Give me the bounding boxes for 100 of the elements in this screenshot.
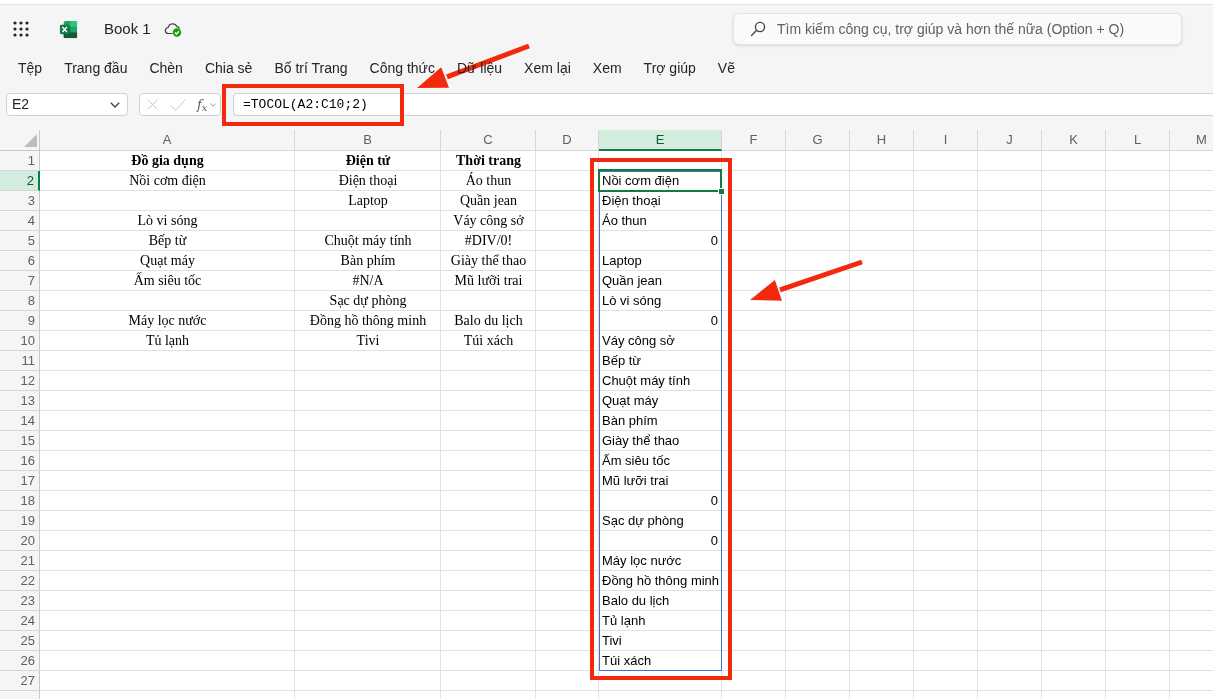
- cell-text: Nồi cơm điện: [602, 173, 680, 189]
- select-all-button[interactable]: [0, 130, 40, 151]
- row-header[interactable]: 13: [0, 391, 40, 411]
- column-header[interactable]: I: [914, 130, 978, 151]
- column-header[interactable]: J: [978, 130, 1042, 151]
- row-header[interactable]: 1: [0, 151, 40, 171]
- row-header[interactable]: 12: [0, 371, 40, 391]
- row-header[interactable]: 18: [0, 491, 40, 511]
- ribbon-tab[interactable]: Vẽ: [706, 59, 746, 76]
- cell-text: Quần jean: [602, 273, 662, 289]
- formula-field[interactable]: =TOCOL(A2:C10;2): [233, 93, 1213, 116]
- cell-text: Balo du lịch: [454, 313, 523, 329]
- column-header[interactable]: D: [536, 130, 599, 151]
- document-title[interactable]: Book 1: [104, 17, 151, 41]
- cell-text: Giày thể thao: [602, 433, 680, 449]
- name-box[interactable]: E2: [6, 93, 128, 116]
- cell-text: Tivi: [356, 333, 380, 349]
- cell-text: Áo thun: [465, 173, 512, 189]
- row-header[interactable]: 23: [0, 591, 40, 611]
- column-header[interactable]: G: [786, 130, 850, 151]
- cell-text: 0: [710, 313, 718, 329]
- row-header[interactable]: 14: [0, 411, 40, 431]
- search-field[interactable]: Tìm kiếm công cụ, trợ giúp và hơn thế nữa (Option + Q): [733, 13, 1182, 45]
- cell-text: Điện thoại: [602, 193, 661, 209]
- row-header[interactable]: 11: [0, 351, 40, 371]
- cell-text: Váy công sở: [453, 213, 524, 229]
- cell-text: Túi xách: [602, 653, 652, 669]
- cell-text: Tivi: [602, 633, 622, 649]
- cell-text: Quạt máy: [602, 393, 659, 409]
- row-header[interactable]: 10: [0, 331, 40, 351]
- ribbon-tab[interactable]: Xem lại: [513, 59, 582, 76]
- search-icon: [750, 21, 766, 37]
- cell-text: 0: [710, 533, 718, 549]
- ribbon-tab[interactable]: Trợ giúp: [632, 59, 707, 76]
- cross-icon: [146, 99, 158, 110]
- cell-text: Điện tử: [345, 153, 391, 169]
- caret-icon: [210, 102, 217, 107]
- column-header[interactable]: F: [722, 130, 786, 151]
- column-header[interactable]: M: [1170, 130, 1213, 151]
- checkmark-icon: [170, 98, 186, 111]
- cell-text: Ấm siêu tốc: [133, 273, 202, 289]
- row-header[interactable]: 20: [0, 531, 40, 551]
- cell-text: Bếp từ: [602, 353, 642, 369]
- row-header[interactable]: 7: [0, 271, 40, 291]
- cell-text: Sạc dự phòng: [602, 513, 684, 529]
- cell-text: Bàn phím: [340, 253, 396, 269]
- ribbon-tab[interactable]: Công thức: [358, 59, 446, 76]
- column-header[interactable]: C: [441, 130, 536, 151]
- cell-text: Áo thun: [602, 213, 647, 229]
- row-header[interactable]: 16: [0, 451, 40, 471]
- row-header[interactable]: 3: [0, 191, 40, 211]
- ribbon-tab[interactable]: Xem: [581, 59, 633, 76]
- row-header[interactable]: 8: [0, 291, 40, 311]
- ribbon-tab[interactable]: Trang đầu: [53, 59, 139, 76]
- row-header[interactable]: 2: [0, 171, 40, 191]
- column-header[interactable]: B: [295, 130, 441, 151]
- column-header[interactable]: A: [40, 130, 295, 151]
- row-header[interactable]: 15: [0, 431, 40, 451]
- triangle-icon: [24, 134, 37, 147]
- row-header[interactable]: 5: [0, 231, 40, 251]
- dots-grid-icon[interactable]: [13, 21, 29, 37]
- cell-text: Máy lọc nước: [602, 553, 682, 569]
- cell-text: #DIV/0!: [464, 233, 513, 249]
- column-header[interactable]: L: [1106, 130, 1170, 151]
- cloud-check-icon[interactable]: [163, 21, 182, 37]
- row-header[interactable]: 22: [0, 571, 40, 591]
- cell-text: Tủ lạnh: [145, 333, 190, 349]
- ribbon-tab[interactable]: Tệp: [7, 59, 54, 76]
- cell-text: Thời trang: [456, 153, 521, 169]
- column-header[interactable]: K: [1042, 130, 1106, 151]
- cell-text: Tủ lạnh: [602, 613, 646, 629]
- cell-text: Laptop: [348, 193, 388, 209]
- row-header[interactable]: 21: [0, 551, 40, 571]
- row-header[interactable]: 6: [0, 251, 40, 271]
- row-header[interactable]: 26: [0, 651, 40, 671]
- cell-text: Lò vi sóng: [602, 293, 662, 309]
- cell-text: 0: [710, 233, 718, 249]
- row-header[interactable]: 9: [0, 311, 40, 331]
- cell-text: Nồi cơm điện: [129, 173, 206, 189]
- row-header[interactable]: 19: [0, 511, 40, 531]
- cell-text: 0: [710, 493, 718, 509]
- column-header[interactable]: H: [850, 130, 914, 151]
- ribbon-tab[interactable]: Bố trí Trang: [263, 59, 359, 76]
- row-header[interactable]: 25: [0, 631, 40, 651]
- caret-icon: [110, 101, 120, 108]
- cell-text: Chuột máy tính: [324, 233, 412, 249]
- row-header[interactable]: 17: [0, 471, 40, 491]
- cell-text: Đồng hồ thông minh: [309, 313, 427, 329]
- ribbon-tab[interactable]: Chia sẻ: [193, 59, 264, 76]
- cell-text: Quần jean: [459, 193, 518, 209]
- row-header[interactable]: 4: [0, 211, 40, 231]
- cell-text: Túi xách: [463, 333, 514, 349]
- cell-text: #N/A: [352, 273, 384, 289]
- cell-text: Điện thoại: [338, 173, 398, 189]
- row-header[interactable]: 27: [0, 671, 40, 691]
- cell-text: Máy lọc nước: [128, 313, 207, 329]
- fill-handle[interactable]: [718, 188, 725, 195]
- column-header[interactable]: E: [599, 130, 722, 151]
- ribbon-tab[interactable]: Chèn: [138, 59, 194, 76]
- row-header[interactable]: 24: [0, 611, 40, 631]
